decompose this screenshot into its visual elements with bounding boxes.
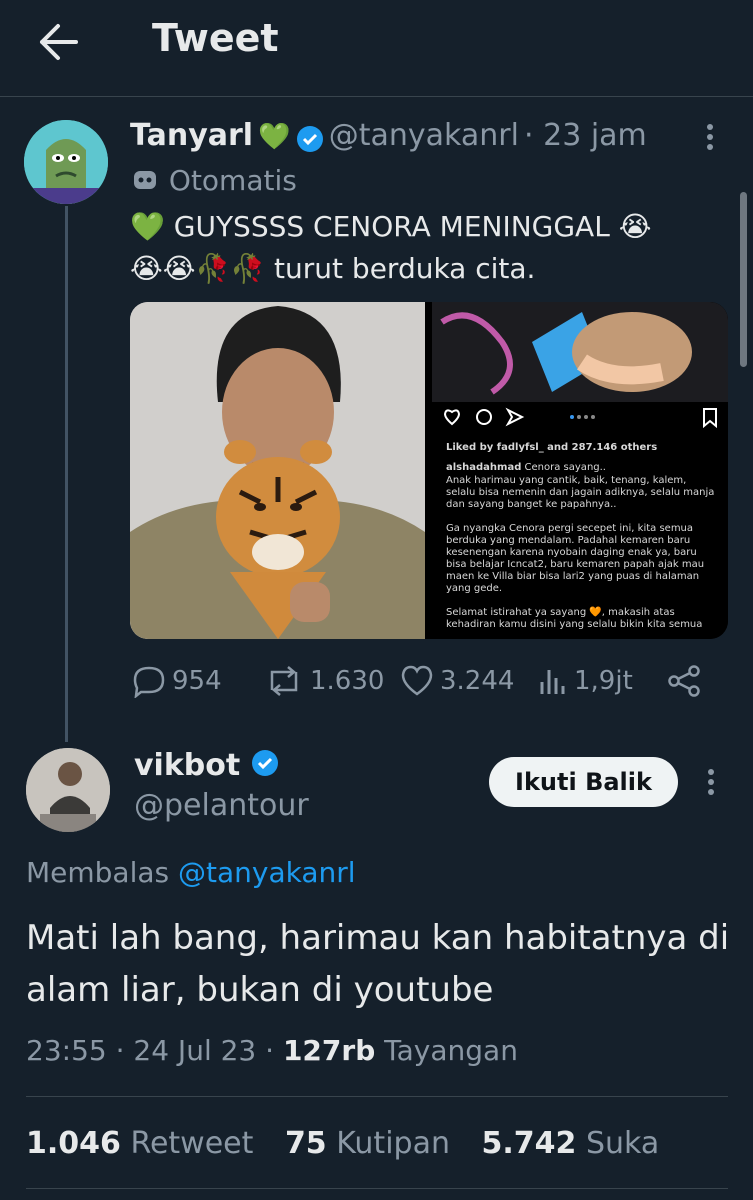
replying-prefix: Membalas bbox=[26, 856, 170, 889]
tweet-media[interactable]: Liked by fadlyfsl_ and 287.146 others al… bbox=[130, 302, 728, 639]
caption-line: selalu bisa nemenin dan jagain adiknya, … bbox=[446, 487, 715, 498]
views-button[interactable]: 1,9jt bbox=[538, 664, 633, 698]
replying-to-mention[interactable]: @tanyakanrl bbox=[178, 856, 356, 889]
photo-man-with-tiger-cub[interactable] bbox=[130, 302, 425, 639]
reply-text: Mati lah bang, harimau kan habitatnya di… bbox=[26, 918, 730, 1010]
caption-line bbox=[446, 511, 714, 523]
more-options-icon[interactable] bbox=[701, 767, 721, 797]
caption-line: dan sayang banget ke papahnya.. bbox=[446, 499, 617, 510]
reply-count: 954 bbox=[172, 666, 222, 696]
reply-author[interactable]: vikbot bbox=[134, 748, 279, 785]
share-icon bbox=[668, 665, 700, 697]
instagram-action-bar bbox=[442, 406, 718, 429]
reply-views-count: 127rb bbox=[282, 1034, 376, 1067]
retweets-stat[interactable]: 1.046 Retweet bbox=[26, 1126, 253, 1161]
reply-author-handle[interactable]: @pelantour bbox=[134, 788, 309, 823]
likes-stat[interactable]: 5.742 Suka bbox=[482, 1126, 660, 1161]
caption-line: Ga nyangka Cenora pergi secepet ini, kit… bbox=[446, 523, 694, 534]
views-chart-icon bbox=[540, 670, 565, 694]
scrollbar[interactable] bbox=[740, 192, 747, 367]
top-bar: Tweet bbox=[0, 0, 753, 97]
engagement-stats: 1.046 Retweet 75 Kutipan 5.742 Suka bbox=[26, 1126, 681, 1161]
instagram-caption-header: alshadahmad Cenora sayang.. bbox=[446, 462, 606, 474]
quotes-stat[interactable]: 75 Kutipan bbox=[285, 1126, 450, 1161]
back-arrow-icon[interactable] bbox=[38, 22, 82, 62]
follow-back-button[interactable]: Ikuti Balik bbox=[489, 757, 678, 807]
instagram-liked-by: Liked by fadlyfsl_ and 287.146 others bbox=[446, 442, 658, 453]
caption-line: kehadiran kamu disini yang selalu bikin … bbox=[446, 619, 703, 630]
heart-icon bbox=[401, 665, 433, 696]
thread-connector bbox=[65, 206, 68, 742]
caption-line: Anak harimau yang cantik, baik, tenang, … bbox=[446, 475, 687, 486]
reply-date: 24 Jul 23 bbox=[133, 1034, 257, 1067]
tweet-text-line: 💚 GUYSSSS CENORA MENINGGAL 😭 bbox=[130, 210, 652, 243]
reply-button[interactable]: 954 bbox=[132, 664, 222, 698]
more-options-icon[interactable] bbox=[700, 122, 720, 152]
tweet-meta: 23:55 · 24 Jul 23 · 127rb Tayangan bbox=[26, 1034, 518, 1067]
like-button[interactable]: 3.244 bbox=[400, 664, 514, 698]
page-title: Tweet bbox=[152, 16, 279, 60]
like-count: 3.244 bbox=[440, 666, 515, 696]
instagram-caption-first: Cenora sayang.. bbox=[524, 462, 606, 473]
caption-line: kesenengan karena nyobain daging enak ya… bbox=[446, 547, 697, 558]
tweet-header: Tanyarl 💚 @tanyakanrl · 23 jam bbox=[130, 118, 647, 157]
author-name[interactable]: Tanyarl bbox=[130, 118, 253, 153]
automated-label-text: Otomatis bbox=[168, 164, 297, 197]
replying-to: Membalas @tanyakanrl bbox=[26, 856, 356, 889]
avatar[interactable] bbox=[26, 748, 110, 832]
caption-line: bisa belajar Icncat2, baru kemaren papah… bbox=[446, 559, 705, 570]
share-button[interactable] bbox=[666, 664, 708, 698]
green-heart-emoji: 💚 bbox=[258, 122, 291, 152]
divider bbox=[26, 1188, 728, 1189]
reply-icon bbox=[133, 666, 165, 698]
instagram-caption: Anak harimau yang cantik, baik, tenang, … bbox=[446, 475, 714, 631]
retweet-count: 1.630 bbox=[310, 666, 385, 696]
tweet-text-line: 😭😭🥀🥀 turut berduka cita. bbox=[130, 252, 536, 285]
avatar[interactable] bbox=[24, 120, 108, 204]
retweet-icon bbox=[270, 666, 298, 696]
divider bbox=[26, 1096, 728, 1097]
verified-badge-icon bbox=[296, 125, 324, 157]
caption-line: maen ke Villa biar bisa lari2 yang puas … bbox=[446, 571, 700, 582]
tweet-time: · 23 jam bbox=[524, 118, 647, 153]
tweet-text: 💚 GUYSSSS CENORA MENINGGAL 😭 😭😭🥀🥀 turut … bbox=[130, 206, 720, 290]
instagram-username: alshadahmad bbox=[446, 462, 522, 473]
instagram-post-screenshot[interactable]: Liked by fadlyfsl_ and 287.146 others al… bbox=[432, 302, 728, 639]
reply-time: 23:55 bbox=[26, 1034, 107, 1067]
views-count: 1,9jt bbox=[574, 666, 633, 696]
verified-badge-icon bbox=[251, 749, 279, 785]
author-handle[interactable]: @tanyakanrl bbox=[329, 118, 519, 153]
caption-line bbox=[446, 595, 714, 607]
reply-author-name[interactable]: vikbot bbox=[134, 748, 240, 783]
caption-line: Selamat istirahat ya sayang 🧡, makasih a… bbox=[446, 607, 675, 618]
caption-line: yang gede. bbox=[446, 583, 503, 594]
retweet-button[interactable]: 1.630 bbox=[264, 664, 384, 698]
reply-views-label: Tayangan bbox=[384, 1034, 518, 1067]
tweet-action-bar: 954 1.630 3.244 1,9jt bbox=[130, 664, 730, 704]
bot-icon bbox=[130, 164, 169, 197]
automated-label: Otomatis bbox=[130, 164, 297, 197]
caption-line: berduka yang mendalam. Padahal kemaren b… bbox=[446, 535, 691, 546]
